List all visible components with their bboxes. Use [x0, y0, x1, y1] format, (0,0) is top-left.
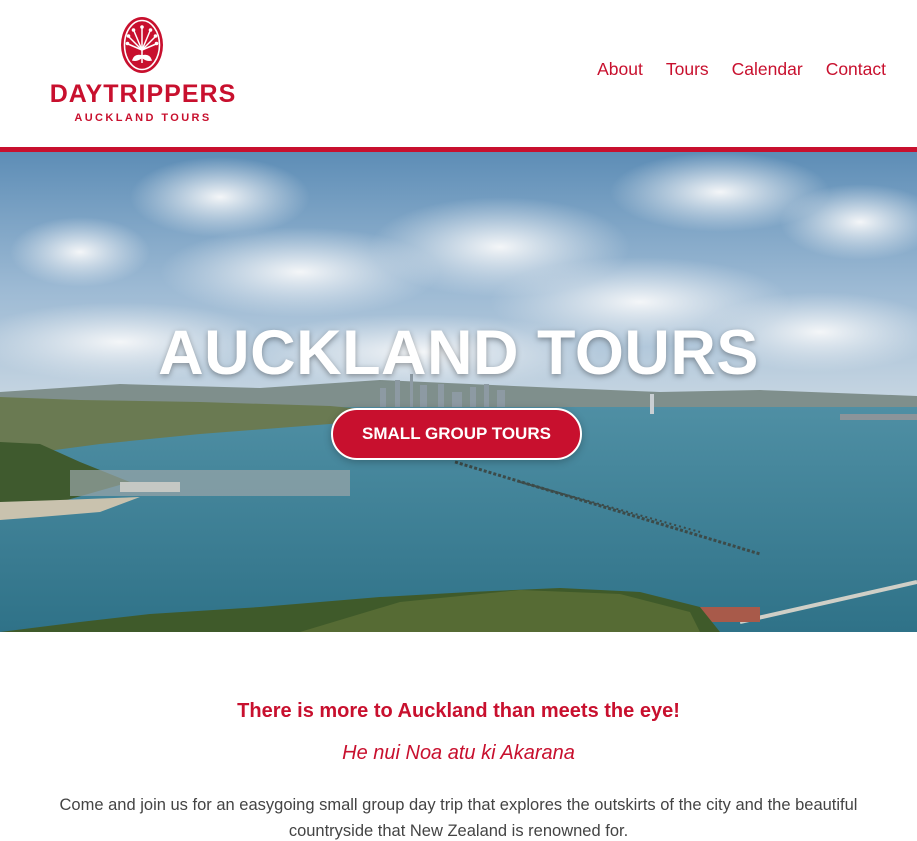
hero-title: AUCKLAND TOURS [158, 318, 759, 388]
brand-name: DAYTRIPPERS [49, 80, 237, 108]
pohutukawa-flower-icon [121, 17, 163, 73]
small-group-tours-button[interactable]: SMALL GROUP TOURS [331, 408, 582, 460]
brand-logo[interactable]: DAYTRIPPERS AUCKLAND TOURS [40, 16, 246, 126]
nav-item-contact[interactable]: Contact [826, 59, 886, 80]
nav-item-calendar[interactable]: Calendar [732, 59, 803, 80]
maori-phrase: He nui Noa atu ki Akarana [342, 742, 575, 764]
site-header: DAYTRIPPERS AUCKLAND TOURS About Tours C… [0, 0, 917, 147]
brand-subtitle: AUCKLAND TOURS [74, 112, 212, 124]
hero-image [0, 152, 917, 632]
hero-banner: AUCKLAND TOURS SMALL GROUP TOURS [0, 152, 917, 632]
intro-tagline: There is more to Auckland than meets the… [237, 700, 680, 722]
nav-item-about[interactable]: About [597, 59, 643, 80]
intro-paragraph: Come and join us for an easygoing small … [59, 796, 858, 840]
nav-item-tours[interactable]: Tours [666, 59, 709, 80]
main-nav: About Tours Calendar Contact [597, 59, 886, 80]
